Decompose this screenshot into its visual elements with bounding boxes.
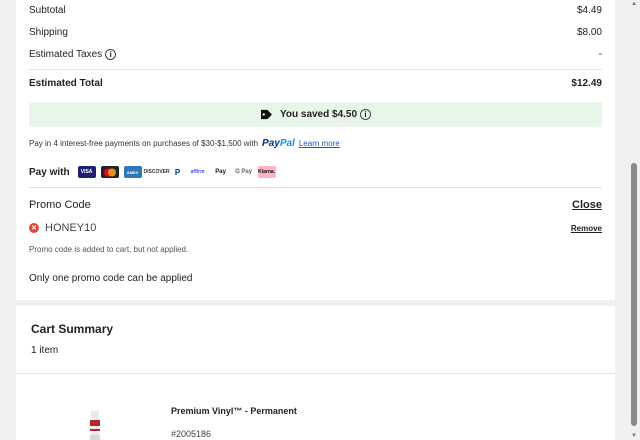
product-image[interactable] — [86, 411, 104, 440]
subtotal-value: $4.49 — [576, 5, 602, 16]
amex-icon: AMEX — [123, 166, 142, 178]
close-promo-button[interactable]: Close — [572, 199, 602, 211]
info-icon[interactable]: i — [360, 109, 372, 120]
paypal-logo-pal: Pal — [279, 138, 295, 149]
paypal-text: Pay in 4 interest-free payments on purch… — [29, 139, 259, 148]
apple-pay-icon: Pay — [215, 169, 226, 175]
promo-title: Promo Code — [29, 199, 91, 211]
shipping-value: $8.00 — [576, 27, 602, 38]
paypal-logo: PayPal — [262, 138, 295, 149]
subtotal-row: Subtotal $4.49 — [29, 5, 602, 16]
error-x-icon: ✕ — [29, 223, 39, 233]
promo-code-group: ✕ HONEY10 — [29, 222, 96, 234]
discover-icon: DISCOVER — [143, 169, 170, 175]
product-sku: #2005186 — [171, 429, 212, 439]
divider — [29, 187, 602, 188]
total-row: Estimated Total $12.49 — [29, 78, 602, 89]
savings-text: You saved $4.50 — [279, 109, 358, 120]
tag-icon — [260, 109, 272, 120]
google-pay-icon: G Pay — [235, 169, 253, 175]
pay-with-row: Pay with VISA AMEX DISCOVER P affirm Pay… — [29, 166, 281, 178]
taxes-label: Estimated Taxes — [29, 49, 103, 60]
divider — [16, 373, 615, 374]
visa-icon: VISA — [77, 166, 96, 178]
klarna-icon: Klarna. — [257, 166, 276, 178]
paypal-icon: P — [174, 167, 181, 177]
paypal-logo-pay: Pay — [262, 138, 280, 149]
promo-note: Promo code is added to cart, but not app… — [29, 245, 189, 254]
scrollbar-thumb[interactable] — [631, 163, 637, 426]
taxes-label-group: Estimated Taxes i — [29, 49, 117, 60]
learn-more-link[interactable]: Learn more — [299, 139, 340, 148]
cart-summary-card: Cart Summary 1 item Premium Vinyl™ - Per… — [16, 306, 615, 440]
cart-item-count: 1 item — [31, 345, 59, 356]
taxes-row: Estimated Taxes i - — [29, 49, 602, 60]
pay-with-label: Pay with — [29, 166, 70, 178]
savings-banner: You saved $4.50 i — [29, 102, 602, 127]
payment-methods: VISA AMEX DISCOVER P affirm Pay G Pay Kl… — [77, 166, 281, 178]
scroll-up-arrow-icon[interactable]: ▲ — [631, 1, 637, 7]
scroll-down-arrow-icon[interactable]: ▼ — [631, 433, 637, 439]
taxes-value: - — [598, 49, 602, 60]
promo-code-value: HONEY10 — [45, 222, 97, 234]
total-label: Estimated Total — [29, 78, 103, 89]
paypal-pay-in-4: Pay in 4 interest-free payments on purch… — [29, 138, 340, 149]
total-value: $12.49 — [571, 78, 602, 89]
shipping-row: Shipping $8.00 — [29, 27, 602, 38]
promo-code-row: ✕ HONEY10 Remove — [29, 222, 602, 234]
promo-warning: Only one promo code can be applied — [29, 273, 193, 284]
remove-promo-button[interactable]: Remove — [571, 224, 602, 233]
product-name[interactable]: Premium Vinyl™ - Permanent — [171, 406, 297, 416]
cart-summary-title: Cart Summary — [31, 322, 114, 336]
vertical-scrollbar[interactable]: ▲ ▼ — [628, 0, 640, 440]
shipping-label: Shipping — [29, 27, 68, 38]
affirm-icon: affirm — [190, 169, 205, 175]
order-summary-card: Subtotal $4.49 Shipping $8.00 Estimated … — [16, 0, 615, 300]
info-icon[interactable]: i — [105, 49, 117, 60]
subtotal-label: Subtotal — [29, 5, 66, 16]
mastercard-icon — [100, 166, 119, 178]
promo-header: Promo Code Close — [29, 199, 602, 211]
divider — [29, 69, 602, 70]
